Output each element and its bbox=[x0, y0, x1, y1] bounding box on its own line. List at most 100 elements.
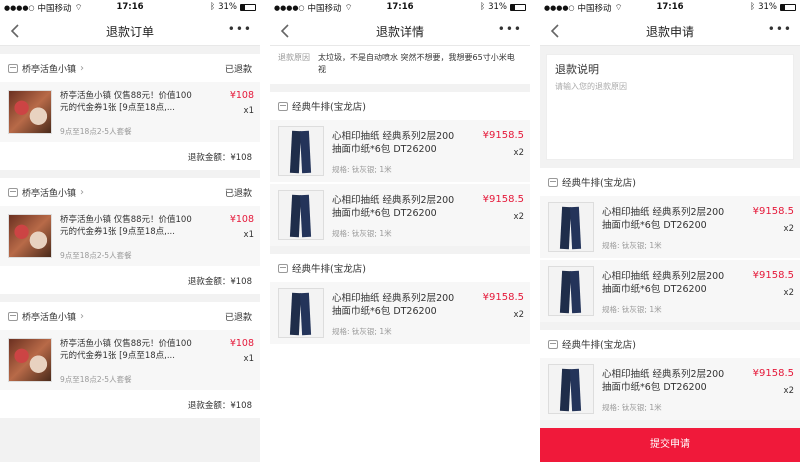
product-item[interactable]: 心相印抽纸 经典系列2层200抽面巾纸*6包 DT26200 规格: 钛灰银; … bbox=[270, 120, 530, 182]
shop-icon bbox=[548, 177, 558, 187]
product-spec: 规格: 钛灰银; 1米 bbox=[602, 305, 662, 314]
product-image bbox=[8, 90, 52, 134]
shop-icon bbox=[8, 187, 18, 197]
shop-name[interactable]: 桥亭活鱼小镇 bbox=[22, 186, 76, 199]
product-price: ¥108 bbox=[229, 214, 254, 225]
product-item[interactable]: 心相印抽纸 经典系列2层200抽面巾纸*6包 DT26200 规格: 钛灰银; … bbox=[540, 260, 800, 322]
bluetooth-icon: ᛒ bbox=[749, 2, 756, 12]
page-title: 退款订单 bbox=[105, 25, 154, 39]
status-bar: ●●●●○ 中国移动 ⌔ 17:16 ᛒ 31% bbox=[540, 0, 800, 16]
submit-button[interactable]: 提交申请 bbox=[540, 428, 800, 462]
product-image bbox=[548, 202, 594, 252]
refund-amount: 退款金额：¥108 bbox=[0, 390, 260, 418]
product-qty: x1 bbox=[243, 230, 254, 240]
order-item[interactable]: 桥亭活鱼小镇 仅售88元！价值100元的代金券1张 [9点至18点,... 9点… bbox=[0, 82, 260, 142]
product-qty: x1 bbox=[243, 106, 254, 116]
shop-name[interactable]: 桥亭活鱼小镇 bbox=[22, 62, 76, 75]
chevron-right-icon: › bbox=[80, 62, 85, 74]
order-card[interactable]: 桥亭活鱼小镇 › 已退款 桥亭活鱼小镇 仅售88元！价值100元的代金券1张 [9点… bbox=[0, 302, 260, 418]
refund-detail-screen: ●●●●○ 中国移动 ⌔ 17:16 ᛒ 31% 退款详情 ••• 退款原因 太垃圾，… bbox=[270, 0, 530, 462]
product-spec: 9点至18点2-5人套餐 bbox=[60, 251, 132, 260]
shop-header: 经典牛排(宝龙店) bbox=[270, 254, 530, 282]
order-item[interactable]: 桥亭活鱼小镇 仅售88元！价值100元的代金券1张 [9点至18点,... 9点… bbox=[0, 206, 260, 266]
shop-name[interactable]: 桥亭活鱼小镇 bbox=[22, 310, 76, 323]
product-spec: 9点至18点2-5人套餐 bbox=[60, 375, 132, 384]
product-image bbox=[278, 190, 324, 240]
order-item[interactable]: 桥亭活鱼小镇 仅售88元！价值100元的代金券1张 [9点至18点,... 9点… bbox=[0, 330, 260, 390]
product-name: 心相印抽纸 经典系列2层200抽面巾纸*6包 DT26200 bbox=[332, 195, 455, 219]
shop-icon bbox=[8, 63, 18, 73]
product-qty: x2 bbox=[783, 224, 794, 234]
battery-icon bbox=[510, 3, 526, 11]
product-image bbox=[278, 288, 324, 338]
product-image bbox=[548, 364, 594, 414]
product-price: ¥9158.5 bbox=[482, 292, 524, 303]
product-price: ¥108 bbox=[229, 338, 254, 349]
status-bar: ●●●●○ 中国移动 ⌔ 17:16 ᛒ 31% bbox=[270, 0, 530, 16]
refund-explain-title: 退款说明 bbox=[555, 63, 599, 76]
product-spec: 规格: 钛灰银; 1米 bbox=[332, 165, 392, 174]
battery-percent: 31% bbox=[758, 2, 777, 12]
order-status: 已退款 bbox=[224, 312, 252, 323]
product-qty: x2 bbox=[513, 148, 524, 158]
shop-header: 经典牛排(宝龙店) bbox=[270, 92, 530, 120]
product-qty: x2 bbox=[513, 310, 524, 320]
chevron-right-icon: › bbox=[80, 310, 85, 322]
product-qty: x1 bbox=[243, 354, 254, 364]
shop-name: 经典牛排(宝龙店) bbox=[292, 102, 366, 113]
more-icon[interactable]: ••• bbox=[228, 23, 252, 35]
refund-orders-screen: ●●●●○ 中国移动 ⌔ 17:16 ᛒ 31% 退款订单 ••• 桥亭活鱼小镇 › 已退… bbox=[0, 0, 260, 462]
product-name: 心相印抽纸 经典系列2层200抽面巾纸*6包 DT26200 bbox=[602, 271, 725, 295]
refund-explain-input[interactable]: 退款说明 请输入您的退款原因 bbox=[546, 54, 794, 160]
product-price: ¥9158.5 bbox=[482, 194, 524, 205]
order-status: 已退款 bbox=[224, 64, 252, 75]
nav-bar: 退款详情 ••• bbox=[270, 16, 530, 46]
status-bar: ●●●●○ 中国移动 ⌔ 17:16 ᛒ 31% bbox=[0, 0, 260, 16]
shop-icon bbox=[278, 263, 288, 273]
refund-apply-screen: ●●●●○ 中国移动 ⌔ 17:16 ᛒ 31% 退款申请 ••• 退款说明 请输入您… bbox=[540, 0, 800, 462]
shop-icon bbox=[8, 311, 18, 321]
battery-icon bbox=[780, 3, 796, 11]
battery-icon bbox=[240, 3, 256, 11]
shop-header: 经典牛排(宝龙店) bbox=[540, 330, 800, 358]
more-icon[interactable]: ••• bbox=[498, 23, 522, 35]
product-qty: x2 bbox=[783, 386, 794, 396]
order-card[interactable]: 桥亭活鱼小镇 › 已退款 桥亭活鱼小镇 仅售88元！价值100元的代金券1张 [9点… bbox=[0, 178, 260, 294]
product-image bbox=[8, 338, 52, 382]
product-price: ¥9158.5 bbox=[752, 206, 794, 217]
page-title: 退款申请 bbox=[645, 25, 694, 39]
product-image bbox=[8, 214, 52, 258]
product-price: ¥9158.5 bbox=[752, 270, 794, 281]
refund-amount: 退款金额：¥108 bbox=[0, 142, 260, 170]
product-name: 心相印抽纸 经典系列2层200抽面巾纸*6包 DT26200 bbox=[332, 293, 455, 317]
product-spec: 规格: 钛灰银; 1米 bbox=[602, 241, 662, 250]
bluetooth-icon: ᛒ bbox=[209, 2, 216, 12]
product-item[interactable]: 心相印抽纸 经典系列2层200抽面巾纸*6包 DT26200 规格: 钛灰银; … bbox=[540, 196, 800, 258]
product-price: ¥108 bbox=[229, 90, 254, 101]
product-item[interactable]: 心相印抽纸 经典系列2层200抽面巾纸*6包 DT26200 规格: 钛灰银; … bbox=[270, 282, 530, 344]
product-item[interactable]: 心相印抽纸 经典系列2层200抽面巾纸*6包 DT26200 规格: 钛灰银; … bbox=[270, 184, 530, 246]
product-name: 心相印抽纸 经典系列2层200抽面巾纸*6包 DT26200 bbox=[602, 207, 725, 231]
product-qty: x2 bbox=[513, 212, 524, 222]
shop-name: 经典牛排(宝龙店) bbox=[292, 264, 366, 275]
product-spec: 规格: 钛灰银; 1米 bbox=[332, 229, 392, 238]
more-icon[interactable]: ••• bbox=[768, 23, 792, 35]
chevron-right-icon: › bbox=[80, 186, 85, 198]
battery-percent: 31% bbox=[488, 2, 507, 12]
product-name: 心相印抽纸 经典系列2层200抽面巾纸*6包 DT26200 bbox=[602, 369, 725, 393]
shop-name: 经典牛排(宝龙店) bbox=[562, 340, 636, 351]
product-item[interactable]: 心相印抽纸 经典系列2层200抽面巾纸*6包 DT26200 规格: 钛灰银; … bbox=[540, 358, 800, 420]
product-spec: 规格: 钛灰银; 1米 bbox=[332, 327, 392, 336]
product-qty: x2 bbox=[783, 288, 794, 298]
product-name: 心相印抽纸 经典系列2层200抽面巾纸*6包 DT26200 bbox=[332, 131, 455, 155]
product-image bbox=[278, 126, 324, 176]
bluetooth-icon: ᛒ bbox=[479, 2, 486, 12]
order-card[interactable]: 桥亭活鱼小镇 › 已退款 桥亭活鱼小镇 仅售88元！价值100元的代金券1张 [9点… bbox=[0, 54, 260, 170]
refund-reason-label: 退款原因 bbox=[278, 53, 310, 62]
nav-bar: 退款订单 ••• bbox=[0, 16, 260, 46]
refund-reason-value: 太垃圾，不是自动喷水 突然不想要，我想要65寸小米电视 bbox=[318, 53, 515, 74]
product-image bbox=[548, 266, 594, 316]
shop-icon bbox=[548, 339, 558, 349]
product-spec: 规格: 钛灰银; 1米 bbox=[602, 403, 662, 412]
product-name: 桥亭活鱼小镇 仅售88元！价值100元的代金券1张 [9点至18点,... bbox=[60, 91, 192, 113]
